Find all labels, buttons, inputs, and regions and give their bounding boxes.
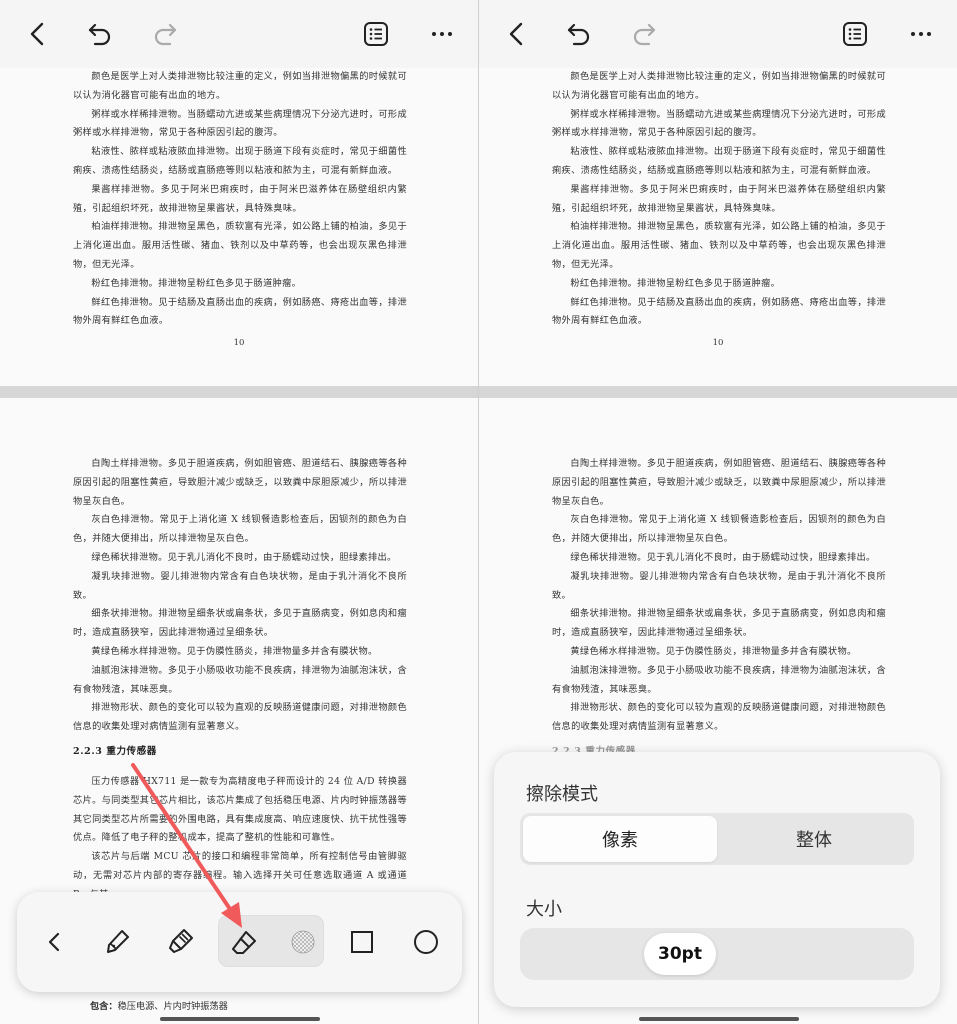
paragraph: 鲜红色排泄物。见于结肠及直肠出血的疾病，例如肠癌、痔疮出血等，排泄物外周有鲜红色… (73, 296, 407, 327)
section-heading: 2.2.3 重力传感器 (73, 746, 157, 757)
paragraph: 鲜红色排泄物。见于结肠及直肠出血的疾病，例如肠癌、痔疮出血等，排泄物外周有鲜红色… (552, 296, 886, 327)
more-icon[interactable] (424, 16, 460, 52)
top-page-text: 颜色是医学上对人类排泄物比较注重的定义，例如当排泄物偏黑的时候就可以认为消化器官… (552, 68, 886, 331)
section-text: 压力传感器 HX711 是一款专为高精度电子秤而设计的 24 位 A/D 转换器… (73, 773, 407, 905)
paragraph: 柏油样排泄物。排泄物呈黑色，质软富有光泽，如公路上铺的柏油，多见于上消化道出血。… (552, 221, 886, 270)
eraser-mode-title: 擦除模式 (526, 784, 598, 805)
collapse-back-icon[interactable] (34, 922, 74, 962)
back-icon[interactable] (499, 16, 535, 52)
redo-icon[interactable] (147, 16, 183, 52)
marker-icon[interactable] (160, 922, 200, 962)
paragraph: 颜色是医学上对人类排泄物比较注重的定义，例如当排泄物偏黑的时候就可以认为消化器官… (73, 71, 407, 101)
paragraph: 绿色稀状排泄物。见于乳儿消化不良时，由于肠蠕动过快，胆绿素排出。 (91, 551, 397, 563)
lasso-texture-icon[interactable] (283, 922, 323, 962)
top-bar (0, 0, 478, 68)
back-icon[interactable] (20, 16, 56, 52)
home-indicator (160, 1017, 320, 1021)
left-pane: 颜色是医学上对人类排泄物比较注重的定义，例如当排泄物偏黑的时候就可以认为消化器官… (0, 0, 478, 1024)
pen-icon[interactable] (97, 922, 137, 962)
page-separator (479, 386, 957, 398)
circle-icon[interactable] (406, 922, 446, 962)
paragraph: 果酱样排泄物。多见于阿米巴痢疾时，由于阿米巴滋养体在肠壁组织内繁殖，引起组织坏死… (552, 183, 886, 214)
bottom-text: 稳压电源、片内时钟振荡器 (117, 1001, 228, 1012)
top-page-text: 颜色是医学上对人类排泄物比较注重的定义，例如当排泄物偏黑的时候就可以认为消化器官… (73, 68, 407, 331)
paragraph: 油腻泡沫排泄物。多见于小肠吸收功能不良疾病，排泄物为油腻泡沫状，含有食物残渣，其… (552, 664, 886, 695)
eraser-mode-pixel-option[interactable]: 像素 (523, 816, 717, 862)
outline-list-icon[interactable] (837, 16, 873, 52)
paragraph: 凝乳块排泄物。婴儿排泄物内常含有白色块状物，是由于乳汁消化不良所致。 (73, 570, 407, 601)
paragraph: 颜色是医学上对人类排泄物比较注重的定义，例如当排泄物偏黑的时候就可以认为消化器官… (552, 71, 886, 101)
page-separator (0, 386, 478, 398)
eraser-size-slider[interactable]: 30pt (520, 928, 914, 980)
bottom-page-text: 白陶土样排泄物。多见于胆道疾病，例如胆管癌、胆道结石、胰腺癌等各种原因引起的阻塞… (73, 455, 407, 737)
bottom-page-text: 白陶土样排泄物。多见于胆道疾病，例如胆管癌、胆道结石、胰腺癌等各种原因引起的阻塞… (552, 455, 886, 737)
paragraph: 果酱样排泄物。多见于阿米巴痢疾时，由于阿米巴滋养体在肠壁组织内繁殖，引起组织坏死… (73, 183, 407, 214)
eraser-mode-segmented-control: 像素 整体 (520, 813, 914, 865)
right-pane: 颜色是医学上对人类排泄物比较注重的定义，例如当排泄物偏黑的时候就可以认为消化器官… (479, 0, 957, 1024)
home-indicator (639, 1017, 799, 1021)
paragraph: 白陶土样排泄物。多见于胆道疾病，例如胆管癌、胆道结石、胰腺癌等各种原因引起的阻塞… (552, 458, 886, 507)
paragraph: 凝乳块排泄物。婴儿排泄物内常含有白色块状物，是由于乳汁消化不良所致。 (552, 570, 886, 601)
paragraph: 压力传感器 HX711 是一款专为高精度电子秤而设计的 24 位 A/D 转换器… (73, 776, 407, 844)
paragraph: 黄绿色稀水样排泄物。见于伪膜性肠炎，排泄物量多并含有膜状物。 (91, 645, 378, 657)
redo-icon[interactable] (626, 16, 662, 52)
paragraph: 灰白色排泄物。常见于上消化道 X 线钡餐造影检查后，因钡剂的颜色为白色，并随大便… (73, 514, 407, 545)
page-number: 10 (712, 338, 724, 348)
document-page-top: 颜色是医学上对人类排泄物比较注重的定义，例如当排泄物偏黑的时候就可以认为消化器官… (0, 68, 478, 386)
page-number: 10 (233, 338, 245, 348)
paragraph: 细条状排泄物。排泄物呈细条状或扁条状，多见于直肠病变，例如息肉和瘤时，造成直肠狭… (552, 608, 886, 639)
paragraph: 绿色稀状排泄物。见于乳儿消化不良时，由于肠蠕动过快，胆绿素排出。 (570, 551, 876, 563)
outline-list-icon[interactable] (358, 16, 394, 52)
paragraph: 油腻泡沫排泄物。多见于小肠吸收功能不良疾病，排泄物为油腻泡沫状，含有食物残渣，其… (73, 664, 407, 695)
paragraph: 粘液性、脓样或粘液脓血排泄物。出现于肠道下段有炎症时，常见于细菌性痢疾、溃疡性结… (73, 146, 407, 176)
paragraph: 排泄物形状、颜色的变化可以较为直观的反映肠道健康问题，对排泄物颜色信息的收集处理… (552, 702, 886, 733)
eraser-settings-panel: 擦除模式 像素 整体 大小 30pt (494, 752, 940, 1007)
paragraph: 排泄物形状、颜色的变化可以较为直观的反映肠道健康问题，对排泄物颜色信息的收集处理… (73, 702, 407, 733)
paragraph: 细条状排泄物。排泄物呈细条状或扁条状，多见于直肠病变，例如息肉和瘤时，造成直肠狭… (73, 608, 407, 639)
undo-icon[interactable] (561, 16, 597, 52)
paragraph: 粉红色排泄物。排泄物呈粉红色多见于肠道肿瘤。 (570, 277, 781, 289)
paragraph: 粉红色排泄物。排泄物呈粉红色多见于肠道肿瘤。 (91, 277, 302, 289)
paragraph: 白陶土样排泄物。多见于胆道疾病，例如胆管癌、胆道结石、胰腺癌等各种原因引起的阻塞… (73, 458, 407, 507)
paragraph: 粥样或水样稀排泄物。当肠蠕动亢进或某些病理情况下分泌亢进时，可形成粥样或水样排泄… (552, 108, 886, 139)
eraser-mode-whole-option[interactable]: 整体 (717, 816, 911, 862)
top-bar (479, 0, 957, 68)
eraser-size-thumb[interactable]: 30pt (644, 933, 716, 975)
paragraph: 柏油样排泄物。排泄物呈黑色，质软富有光泽，如公路上铺的柏油，多见于上消化道出血。… (73, 221, 407, 270)
undo-icon[interactable] (82, 16, 118, 52)
document-page-top: 颜色是医学上对人类排泄物比较注重的定义，例如当排泄物偏黑的时候就可以认为消化器官… (479, 68, 957, 386)
paragraph: 灰白色排泄物。常见于上消化道 X 线钡餐造影检查后，因钡剂的颜色为白色，并随大便… (552, 514, 886, 545)
more-icon[interactable] (903, 16, 939, 52)
eraser-icon[interactable] (224, 922, 264, 962)
paragraph: 粥样或水样稀排泄物。当肠蠕动亢进或某些病理情况下分泌亢进时，可形成粥样或水样排泄… (73, 108, 407, 139)
rectangle-icon[interactable] (342, 922, 382, 962)
paragraph: 黄绿色稀水样排泄物。见于伪膜性肠炎，排泄物量多并含有膜状物。 (570, 645, 857, 657)
bottom-label: 包含： (90, 1001, 118, 1012)
size-label: 大小 (526, 899, 562, 920)
paragraph: 粘液性、脓样或粘液脓血排泄物。出现于肠道下段有炎症时，常见于细菌性痢疾、溃疡性结… (552, 146, 886, 176)
drawing-toolbar (17, 892, 462, 992)
bottom-line: 包含：稳压电源、片内时钟振荡器 (90, 998, 228, 1012)
